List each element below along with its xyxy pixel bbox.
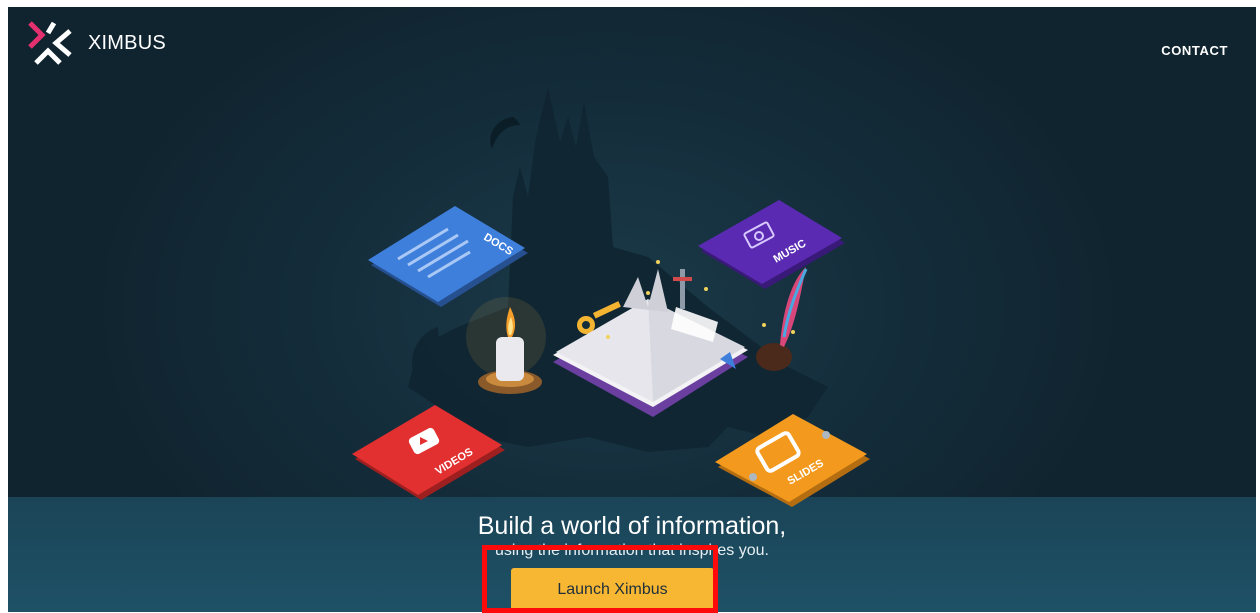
ximbus-logo-icon: [28, 21, 72, 65]
music-card[interactable]: MUSIC: [698, 200, 845, 289]
docs-card[interactable]: DOCS: [368, 206, 528, 307]
top-navigation: XIMBUS CONTACT: [8, 7, 1256, 87]
hero-headline: Build a world of information,: [477, 512, 787, 540]
brand-name: XIMBUS: [88, 31, 166, 54]
moon-icon: [490, 117, 520, 149]
launch-ximbus-button[interactable]: Launch Ximbus: [511, 568, 714, 612]
contact-link[interactable]: CONTACT: [1161, 43, 1228, 58]
hero-subheadline: using the information that inspires you.: [495, 542, 769, 559]
logo[interactable]: XIMBUS: [26, 19, 166, 67]
landing-page: XIMBUS CONTACT DOCS MUSIC VIDEOS SLIDES …: [8, 7, 1256, 612]
